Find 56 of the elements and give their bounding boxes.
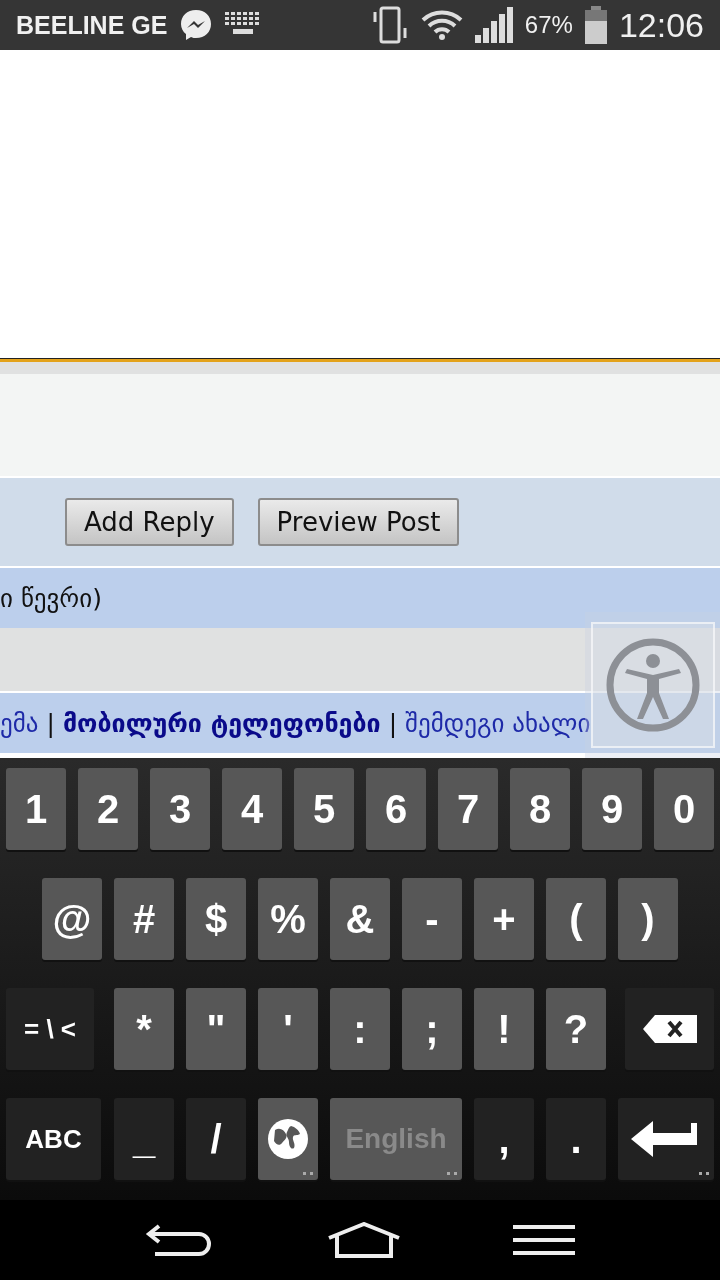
breadcrumb-text: ემა: [0, 708, 39, 738]
home-icon: [325, 1222, 403, 1258]
globe-icon: [267, 1118, 309, 1160]
separator: |: [46, 708, 55, 738]
keyboard-key[interactable]: (: [546, 878, 606, 960]
keyboard-key[interactable]: _: [114, 1098, 174, 1180]
clock: 12:06: [618, 5, 704, 45]
carrier-name: BEELINE GE: [16, 10, 168, 40]
accessibility-icon: [604, 637, 701, 733]
battery-icon: [584, 6, 607, 44]
keyboard-key[interactable]: .: [546, 1098, 606, 1180]
keyboard-key[interactable]: /: [186, 1098, 246, 1180]
backspace-key[interactable]: [625, 988, 714, 1070]
keyboard-key[interactable]: ': [258, 988, 318, 1070]
keyboard-key[interactable]: $: [186, 878, 246, 960]
keyboard-key[interactable]: @: [42, 878, 102, 960]
keyboard-key[interactable]: 8: [510, 768, 570, 850]
keyboard-key[interactable]: %: [258, 878, 318, 960]
keyboard-key[interactable]: 6: [366, 768, 426, 850]
keyboard-key[interactable]: #: [114, 878, 174, 960]
keyboard-key[interactable]: ?: [546, 988, 606, 1070]
backspace-icon: [642, 1015, 697, 1043]
keyboard-key[interactable]: *: [114, 988, 174, 1070]
keyboard-key[interactable]: 5: [294, 768, 354, 850]
keyboard-key[interactable]: 7: [438, 768, 498, 850]
add-reply-button[interactable]: Add Reply: [65, 498, 234, 546]
wifi-icon: [420, 9, 463, 41]
keyboard-key[interactable]: 2: [78, 768, 138, 850]
keyboard-key[interactable]: &: [330, 878, 390, 960]
signal-icon: [474, 7, 513, 43]
enter-key[interactable]: [618, 1098, 714, 1180]
keyboard-key[interactable]: :: [330, 988, 390, 1070]
keyboard-key[interactable]: 1: [6, 768, 66, 850]
keyboard-key[interactable]: -: [402, 878, 462, 960]
preview-post-button[interactable]: Preview Post: [257, 498, 460, 546]
keyboard-key[interactable]: = \ <: [6, 988, 94, 1070]
menu-icon: [513, 1224, 575, 1256]
keyboard-key[interactable]: 3: [150, 768, 210, 850]
keyboard-key[interactable]: 0: [654, 768, 714, 850]
language-key[interactable]: [258, 1098, 318, 1180]
keyboard-key[interactable]: ;: [402, 988, 462, 1070]
keyboard-key[interactable]: !: [474, 988, 534, 1070]
keyboard-key[interactable]: 9: [582, 768, 642, 850]
keyboard-key[interactable]: ": [186, 988, 246, 1070]
separator: |: [388, 708, 398, 738]
members-text: ი წევრი): [0, 583, 102, 613]
keyboard-key[interactable]: +: [474, 878, 534, 960]
keyboard-key[interactable]: 4: [222, 768, 282, 850]
keyboard-key[interactable]: ABC: [6, 1098, 101, 1180]
keyboard-key[interactable]: ): [618, 878, 678, 960]
battery-percent: 67%: [524, 11, 573, 39]
breadcrumb-link[interactable]: მობილური ტელეფონები: [62, 708, 381, 738]
keyboard-key[interactable]: ,: [474, 1098, 534, 1180]
breadcrumb-link[interactable]: შემდეგი ახალი: [405, 708, 591, 738]
vibrate-icon: [372, 6, 409, 44]
chat-bubble-icon: [179, 8, 214, 42]
